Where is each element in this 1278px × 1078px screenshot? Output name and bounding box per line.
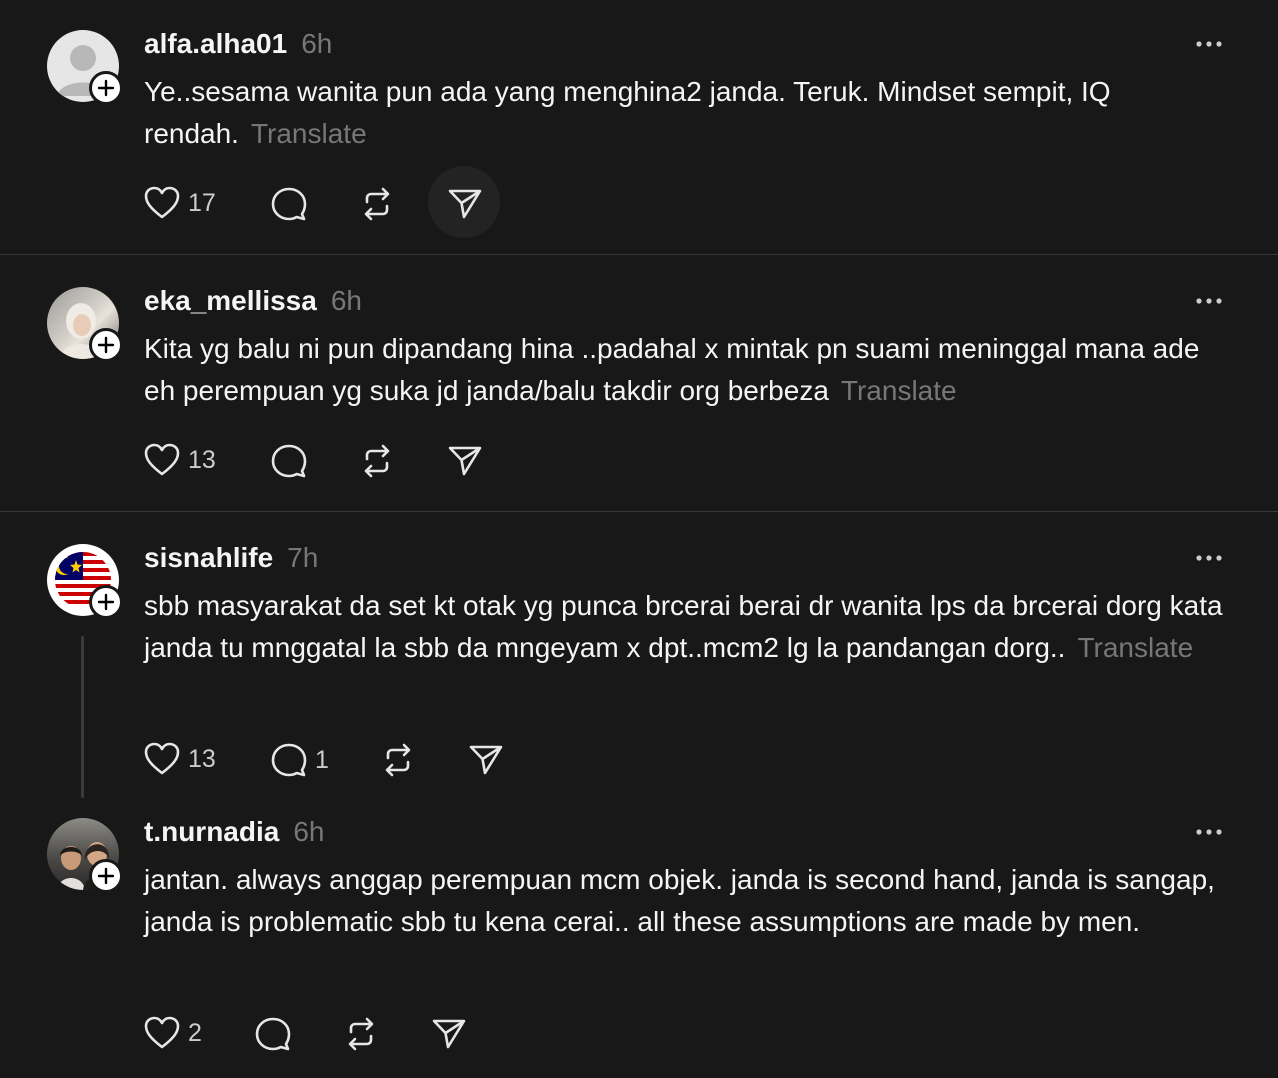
repost-icon[interactable] xyxy=(343,1016,379,1052)
username-text[interactable]: alfa.alha01 xyxy=(144,28,287,59)
comment-icon[interactable] xyxy=(255,1016,291,1052)
like-button[interactable]: 13 xyxy=(144,742,216,776)
more-options-icon[interactable] xyxy=(1194,38,1224,50)
post-body: jantan. always anggap perempuan mcm obje… xyxy=(144,864,1215,937)
repost-icon[interactable] xyxy=(359,443,395,479)
username[interactable]: alfa.alha01 6h xyxy=(144,28,332,60)
post-4: t.nurnadia 6h jantan. always anggap perem… xyxy=(0,786,1278,1078)
like-button[interactable]: 13 xyxy=(144,443,216,477)
follow-plus-button[interactable] xyxy=(89,328,123,362)
plus-icon xyxy=(97,79,115,97)
more-options-icon[interactable] xyxy=(1194,295,1224,307)
post-2: eka_mellissa 6h Kita yg balu ni pun dipan… xyxy=(0,255,1278,511)
post-text: Ye..sesama wanita pun ada yang menghina2… xyxy=(144,71,1224,155)
share-icon[interactable] xyxy=(468,742,504,778)
more-options-icon[interactable] xyxy=(1194,552,1224,564)
share-icon[interactable] xyxy=(431,1016,467,1052)
thread-line xyxy=(81,636,84,798)
share-icon[interactable] xyxy=(447,443,483,479)
heart-icon xyxy=(144,443,180,476)
timestamp: 6h xyxy=(301,28,333,59)
post-body: Kita yg balu ni pun dipandang hina ..pad… xyxy=(144,333,1200,406)
plus-icon xyxy=(97,867,115,885)
comment-icon xyxy=(271,743,307,777)
username-text[interactable]: eka_mellissa xyxy=(144,285,317,316)
timestamp: 6h xyxy=(293,816,325,847)
timestamp: 7h xyxy=(287,542,319,573)
repost-icon[interactable] xyxy=(359,186,395,222)
username-text[interactable]: sisnahlife xyxy=(144,542,273,573)
plus-icon xyxy=(97,336,115,354)
translate-link[interactable]: Translate xyxy=(251,118,367,149)
like-count: 2 xyxy=(188,1018,202,1047)
username[interactable]: eka_mellissa 6h xyxy=(144,285,362,317)
reply-count: 1 xyxy=(315,745,329,774)
comment-icon[interactable] xyxy=(271,443,307,479)
translate-link[interactable]: Translate xyxy=(1077,632,1193,663)
like-count: 17 xyxy=(188,188,216,217)
reply-button[interactable]: 1 xyxy=(271,742,329,778)
comment-icon[interactable] xyxy=(271,186,307,222)
heart-icon xyxy=(144,1016,180,1049)
heart-icon xyxy=(144,742,180,775)
username[interactable]: t.nurnadia 6h xyxy=(144,816,325,848)
share-icon[interactable] xyxy=(447,186,483,222)
post-text: sbb masyarakat da set kt otak yg punca b… xyxy=(144,585,1224,669)
follow-plus-button[interactable] xyxy=(89,71,123,105)
like-button[interactable]: 17 xyxy=(144,186,216,220)
timestamp: 6h xyxy=(330,285,362,316)
username-text[interactable]: t.nurnadia xyxy=(144,816,279,847)
more-options-icon[interactable] xyxy=(1194,826,1224,838)
plus-icon xyxy=(97,593,115,611)
username[interactable]: sisnahlife 7h xyxy=(144,542,318,574)
repost-icon[interactable] xyxy=(380,742,416,778)
like-button[interactable]: 2 xyxy=(144,1016,202,1050)
like-count: 13 xyxy=(188,445,216,474)
translate-link[interactable]: Translate xyxy=(841,375,957,406)
post-text: jantan. always anggap perempuan mcm obje… xyxy=(144,859,1224,943)
post-text: Kita yg balu ni pun dipandang hina ..pad… xyxy=(144,328,1224,412)
follow-plus-button[interactable] xyxy=(89,859,123,893)
heart-icon xyxy=(144,186,180,219)
post-1: alfa.alha01 6h Ye..sesama wanita pun ada … xyxy=(0,0,1278,254)
like-count: 13 xyxy=(188,744,216,773)
post-body: sbb masyarakat da set kt otak yg punca b… xyxy=(144,590,1223,663)
follow-plus-button[interactable] xyxy=(89,585,123,619)
post-3: sisnahlife 7h sbb masyarakat da set kt ot… xyxy=(0,512,1278,802)
